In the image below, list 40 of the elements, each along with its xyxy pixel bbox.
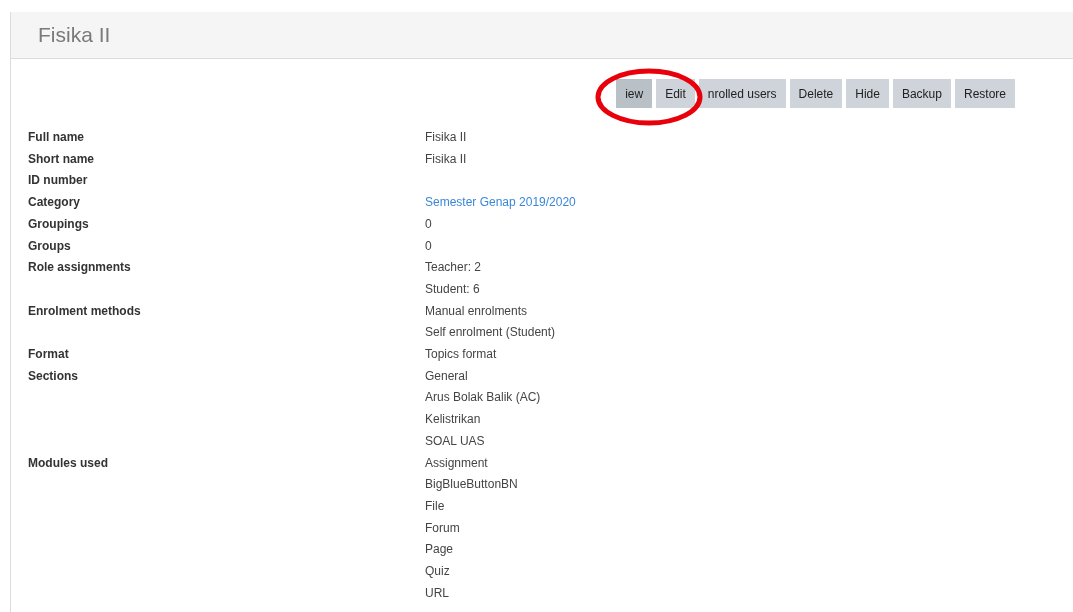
field-value: General [425,367,469,385]
field-value: Kelistrikan [425,411,482,429]
field-value: Forum [425,519,461,537]
field-value: SOAL UAS [425,432,486,450]
field-value: File [425,497,446,515]
action-button[interactable]: iew [616,79,653,108]
field-value: Page [425,541,455,559]
field-value: Teacher: 2 [425,259,483,277]
action-button[interactable]: nrolled users [698,79,786,108]
course-title: Fisika II [38,23,111,47]
field-label: Sections [28,367,79,385]
field-value: URL [425,584,450,602]
action-button[interactable]: Backup [892,79,951,108]
field-value: Assignment [425,454,489,472]
field-label: Groups [28,237,72,255]
field-value: 0 [425,215,433,233]
action-button[interactable]: Delete [789,79,843,108]
field-value: Quiz [425,563,451,581]
field-label: Short name [28,150,95,168]
field-value: Topics format [425,346,498,364]
action-button[interactable]: Restore [954,79,1015,108]
field-label: Role assignments [28,259,132,277]
action-button[interactable]: Hide [846,79,889,108]
field-label: Full name [28,129,85,146]
field-label: Format [28,346,70,364]
field-label: Category [28,194,81,212]
field-value: BigBlueButtonBN [425,476,519,494]
field-value: 0 [425,237,433,255]
field-value: Student: 6 [425,280,481,298]
field-label: Enrolment methods [28,302,142,320]
field-label: Groupings [28,215,90,233]
field-value: Fisika II [425,150,468,168]
field-value: Arus Bolak Balik (AC) [425,389,542,407]
field-value: Fisika II [425,129,468,146]
category-link[interactable]: Semester Genap 2019/2020 [425,192,1073,214]
field-label: Modules used [28,454,109,472]
field-value: Manual enrolments [425,302,529,320]
action-button[interactable]: Edit [656,79,695,108]
field-label: ID number [28,172,89,190]
field-value: Self enrolment (Student) [425,324,557,342]
